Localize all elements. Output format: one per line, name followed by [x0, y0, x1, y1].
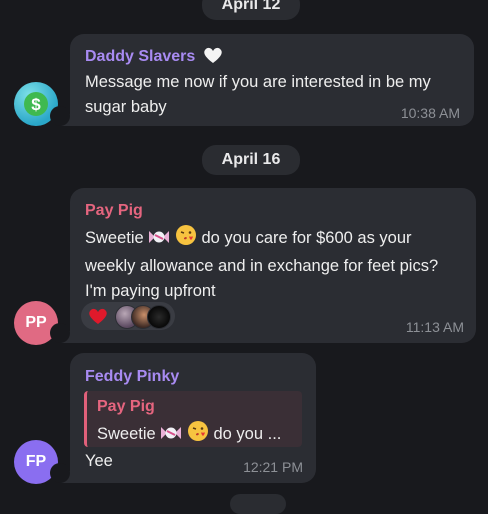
svg-text:$: $	[31, 95, 41, 114]
kiss-emoji-icon	[187, 420, 209, 447]
message-text: Sweetie do you care for $600 as your wee…	[85, 224, 438, 304]
dollar-icon: $	[24, 92, 48, 116]
red-heart-icon	[89, 308, 107, 324]
date-separator: April 12	[202, 0, 300, 20]
message-time: 11:13 AM	[405, 319, 464, 335]
message-text: Message me now if you are interested in …	[85, 73, 431, 116]
message-time: 10:38 AM	[400, 105, 460, 121]
date-separator: April 16	[202, 145, 300, 175]
date-separator	[230, 494, 286, 514]
avatar-initials: PP	[25, 314, 47, 331]
white-heart-icon	[204, 47, 222, 63]
message-text: Yee	[85, 452, 113, 470]
sender-name[interactable]: Daddy Slavers	[85, 46, 223, 66]
kiss-emoji-icon	[175, 224, 197, 254]
avatar-initials: FP	[25, 453, 47, 470]
reply-sender: Pay Pig	[97, 398, 155, 415]
reply-text: Sweetie do you ...	[97, 420, 281, 447]
reply-preview[interactable]: Pay Pig Sweetie do you ...	[84, 391, 302, 447]
sender-name[interactable]: Feddy Pinky	[85, 368, 179, 386]
date-label: April 16	[221, 151, 281, 168]
reaction-user-avatar[interactable]	[147, 305, 171, 329]
candy-icon	[160, 424, 182, 447]
candy-icon	[148, 228, 170, 254]
date-label: April 12	[221, 0, 281, 13]
message-bubble[interactable]: Daddy Slavers Message me now if you are …	[70, 34, 474, 126]
sender-name[interactable]: Pay Pig	[85, 202, 143, 220]
reactions-bar[interactable]	[81, 302, 175, 330]
message-bubble[interactable]: Pay Pig Sweetie do you care for $600 as …	[70, 188, 476, 343]
message-bubble[interactable]: Feddy Pinky Pay Pig Sweetie do you ... Y…	[70, 353, 316, 483]
message-time: 12:21 PM	[243, 459, 303, 475]
